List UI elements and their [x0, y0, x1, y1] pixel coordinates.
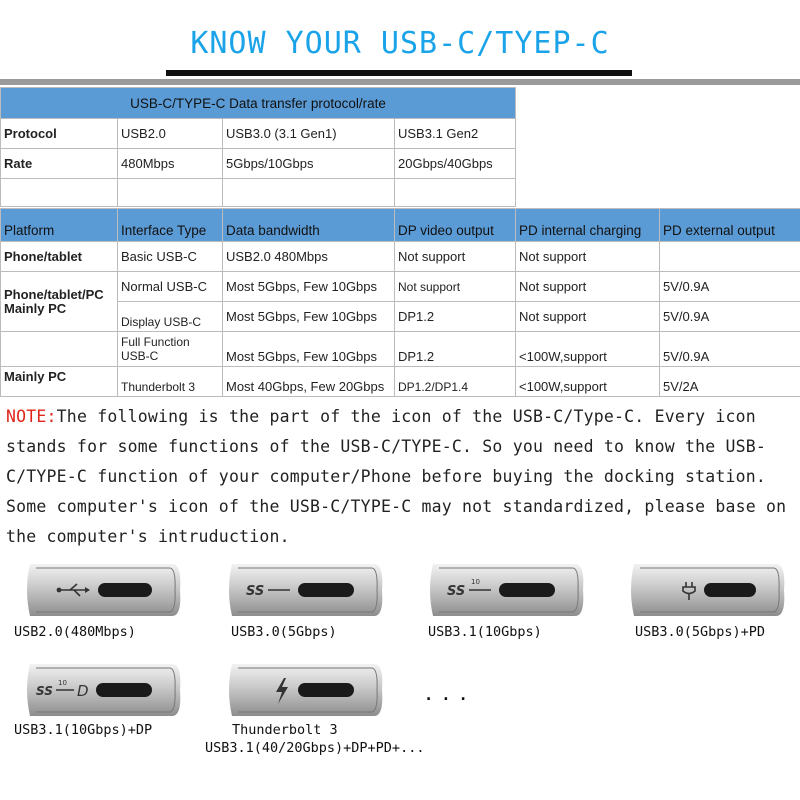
- cell: 480Mbps: [117, 148, 223, 179]
- note-text: The following is the part of the icon of…: [6, 407, 787, 546]
- cell: Not support: [515, 241, 660, 272]
- cell-line: USB-C: [121, 349, 159, 363]
- superspeed-10-dp-icon: SS 10 D: [27, 664, 181, 716]
- cell: <100W,support: [515, 331, 660, 367]
- cell: DP1.2: [394, 331, 516, 367]
- platform-phone-tablet: Phone/tablet: [0, 241, 118, 272]
- cell: 5V/2A: [659, 366, 800, 397]
- empty-cell: [0, 178, 118, 207]
- cell: DP1.2/DP1.4: [394, 366, 516, 397]
- cell: Display USB-C: [117, 301, 223, 332]
- cell: Most 5Gbps, Few 10Gbps: [222, 271, 395, 302]
- header-interface-type: Interface Type: [117, 208, 223, 242]
- usb-trident-icon: [27, 564, 181, 616]
- cell: <100W,support: [515, 366, 660, 397]
- cell: Most 40Gbps, Few 20Gbps: [222, 366, 395, 397]
- superspeed-icon: SS: [229, 564, 383, 616]
- row-label-rate: Rate: [0, 148, 118, 179]
- cell: [659, 241, 800, 272]
- note-label: NOTE:: [6, 407, 57, 426]
- platform-phone-tablet-pc: Phone/tablet/PC Mainly PC: [0, 271, 118, 332]
- cell: 20Gbps/40Gbps: [393, 148, 517, 179]
- port-thunderbolt3: [224, 660, 394, 720]
- header-data-bandwidth: Data bandwidth: [222, 208, 395, 242]
- row-label-protocol: Protocol: [0, 118, 118, 149]
- svg-text:SS: SS: [36, 684, 53, 698]
- empty-cell: [393, 178, 517, 207]
- svg-text:SS: SS: [246, 584, 264, 599]
- header-pd-external-output: PD external output: [659, 208, 800, 242]
- caption-usb30-pd: USB3.0(5Gbps)+PD: [635, 624, 766, 640]
- caption-thunderbolt3: Thunderbolt 3: [232, 722, 338, 738]
- caption-usb30: USB3.0(5Gbps): [231, 624, 337, 640]
- port-usb30: SS: [224, 560, 394, 620]
- header-pd-internal-charging: PD internal charging: [515, 208, 660, 242]
- cell: Thunderbolt 3: [117, 366, 223, 397]
- caption-thunderbolt3-detail: USB3.1(40/20Gbps)+DP+PD+...: [205, 740, 425, 756]
- caption-usb2: USB2.0(480Mbps): [14, 624, 136, 640]
- cell-full-function: Full Function USB-C: [117, 331, 223, 367]
- cell: Normal USB-C: [117, 271, 223, 302]
- header-platform: Platform: [0, 208, 118, 242]
- platform-mainly-pc: Mainly PC: [0, 366, 118, 397]
- cell: Basic USB-C: [117, 241, 223, 272]
- note-paragraph: NOTE:The following is the part of the ic…: [6, 402, 796, 552]
- top-divider: [0, 79, 800, 85]
- title-underline: [166, 70, 632, 76]
- cell: Most 5Gbps, Few 10Gbps: [222, 331, 395, 367]
- power-delivery-icon: [631, 564, 785, 616]
- caption-usb31: USB3.1(10Gbps): [428, 624, 542, 640]
- cell: USB3.0 (3.1 Gen1): [222, 118, 395, 149]
- cell: USB2.0: [117, 118, 223, 149]
- port-usb31-dp: SS 10 D: [22, 660, 192, 720]
- svg-text:SS: SS: [447, 584, 465, 599]
- platform-label: Phone/tablet/PC: [4, 286, 104, 302]
- cell: Not support: [515, 301, 660, 332]
- caption-usb31-dp: USB3.1(10Gbps)+DP: [14, 722, 153, 738]
- protocol-table-title: USB-C/TYPE-C Data transfer protocol/rate: [0, 87, 517, 119]
- cell: 5Gbps/10Gbps: [222, 148, 395, 179]
- superspeed-10-icon: SS 10: [430, 564, 584, 616]
- cell: 5V/0.9A: [659, 331, 800, 367]
- cell: USB2.0 480Mbps: [222, 241, 395, 272]
- cell: Not support: [394, 271, 516, 302]
- cell: Not support: [394, 241, 516, 272]
- header-dp-video-output: DP video output: [394, 208, 516, 242]
- empty-cell: [117, 178, 223, 207]
- port-usb30-pd: [626, 560, 796, 620]
- thunderbolt-icon: [229, 664, 383, 716]
- usbc-platform-table: Platform Interface Type Data bandwidth D…: [0, 208, 800, 397]
- empty-cell: [222, 178, 395, 207]
- empty-cell: [0, 331, 118, 367]
- cell: DP1.2: [394, 301, 516, 332]
- badge-10: 10: [471, 578, 480, 586]
- port-usb31: SS 10: [425, 560, 595, 620]
- port-usb2: [22, 560, 192, 620]
- platform-label: Mainly PC: [4, 300, 67, 316]
- displayport-glyph: D: [77, 682, 89, 700]
- page-title: KNOW YOUR USB-C/TYEP-C: [190, 26, 610, 61]
- cell: 5V/0.9A: [659, 271, 800, 302]
- protocol-rate-table: USB-C/TYPE-C Data transfer protocol/rate…: [0, 87, 517, 207]
- cell: 5V/0.9A: [659, 301, 800, 332]
- cell: Most 5Gbps, Few 10Gbps: [222, 301, 395, 332]
- cell: USB3.1 Gen2: [393, 118, 517, 149]
- cell-line: Full Function: [121, 335, 190, 349]
- more-ellipsis: ...: [425, 676, 477, 706]
- badge-10: 10: [58, 679, 67, 687]
- cell: Not support: [515, 271, 660, 302]
